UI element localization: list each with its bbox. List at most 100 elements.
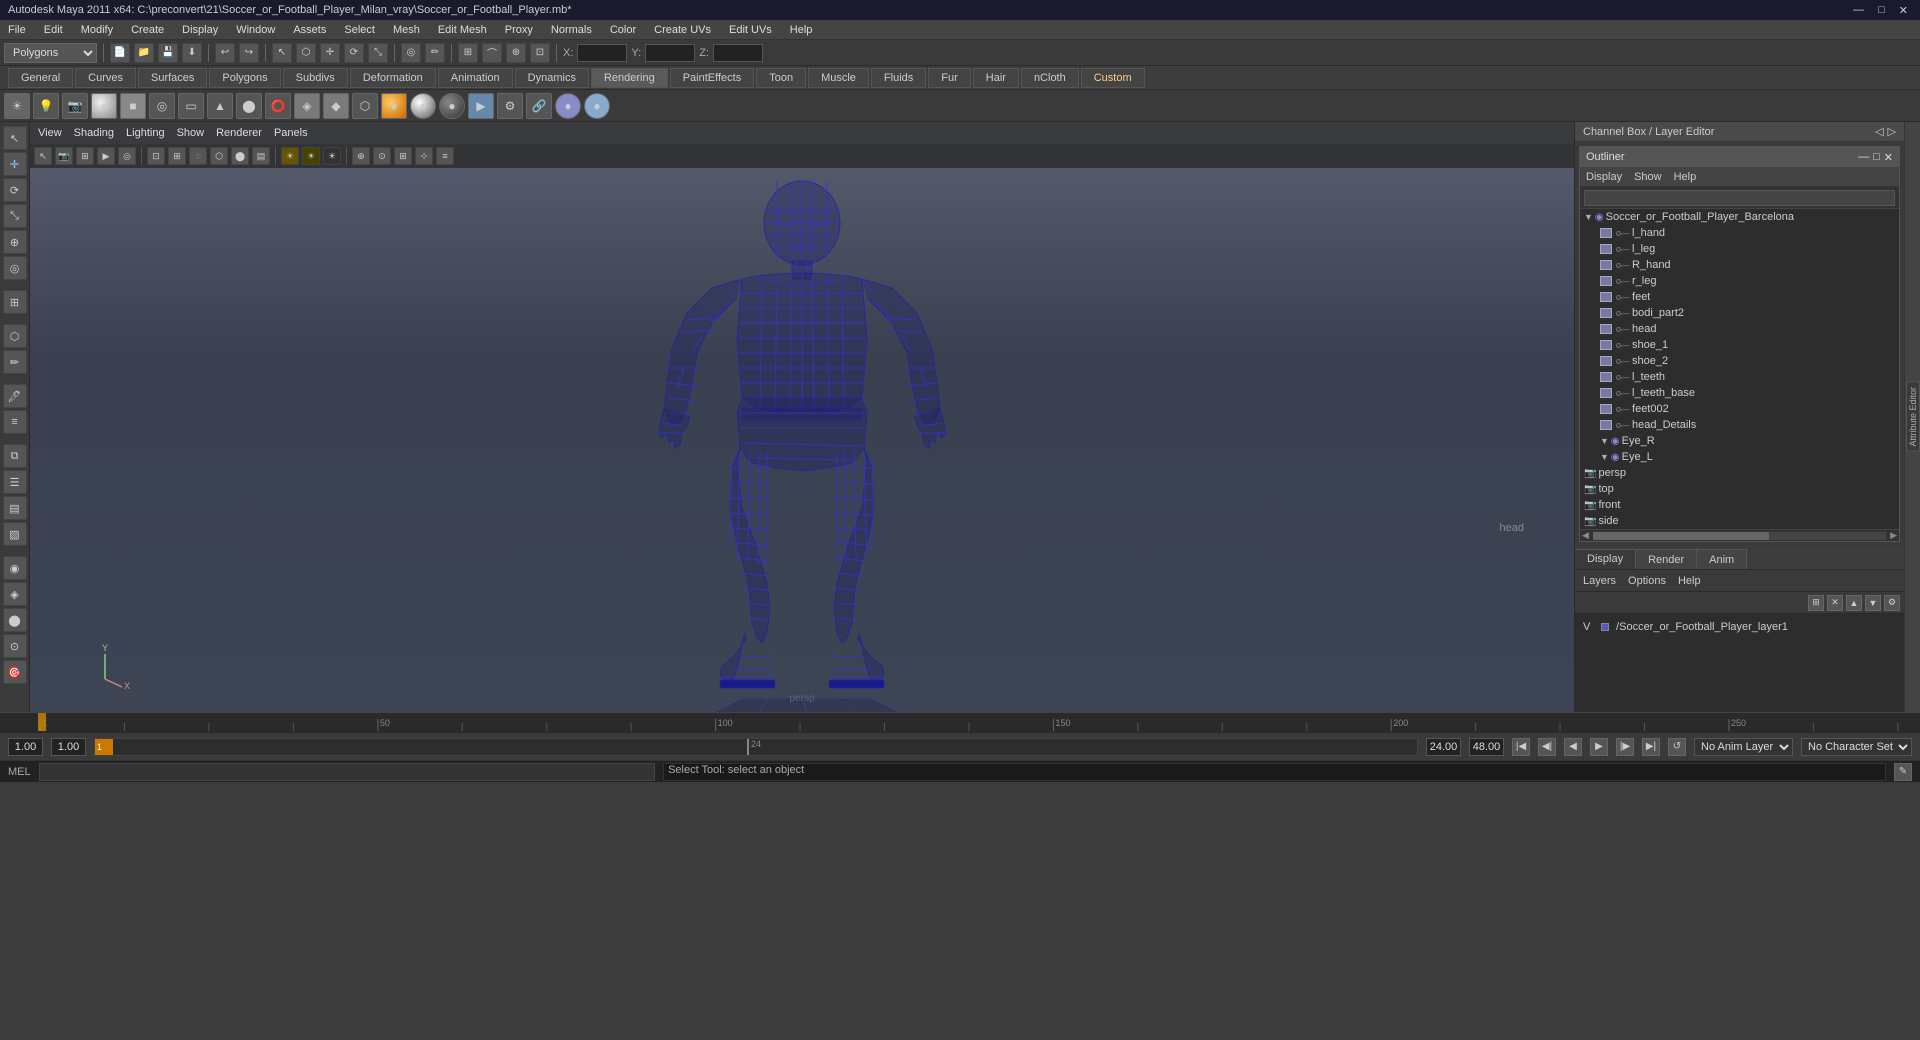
select-tool-icon[interactable]: ↖ [272, 43, 292, 63]
shelf-hypershade-icon[interactable]: 🔗 [526, 93, 552, 119]
minimize-btn[interactable]: — [1849, 4, 1868, 17]
show-manip-btn[interactable]: ⊞ [3, 290, 27, 314]
tab-hair[interactable]: Hair [973, 68, 1019, 88]
menu-color[interactable]: Color [606, 22, 640, 38]
layer-menu-options[interactable]: Options [1628, 575, 1666, 587]
outliner-item[interactable]: 📷front [1580, 497, 1899, 513]
menu-modify[interactable]: Modify [77, 22, 117, 38]
menu-create[interactable]: Create [127, 22, 168, 38]
layer-new-btn[interactable]: ⊞ [1808, 595, 1824, 611]
vp-camera-icon[interactable]: 📷 [55, 147, 73, 165]
shelf-torus-icon[interactable]: ◎ [149, 93, 175, 119]
vp-isolate-icon[interactable]: ◎ [118, 147, 136, 165]
vp-bookmarks-icon[interactable]: ⊹ [415, 147, 433, 165]
go-end-btn[interactable]: ▶| [1642, 738, 1660, 756]
tab-rendering[interactable]: Rendering [591, 68, 668, 88]
outliner-menu-show[interactable]: Show [1634, 171, 1662, 183]
outliner-item[interactable]: 📷persp [1580, 465, 1899, 481]
menu-proxy[interactable]: Proxy [501, 22, 537, 38]
outliner-close-btn[interactable]: ✕ [1884, 151, 1893, 164]
play-back-btn[interactable]: ◀ [1564, 738, 1582, 756]
menu-normals[interactable]: Normals [547, 22, 596, 38]
layer-tab-anim[interactable]: Anim [1697, 549, 1747, 569]
tab-ncloth[interactable]: nCloth [1021, 68, 1079, 88]
shelf-misc2-icon[interactable]: ◆ [323, 93, 349, 119]
anim-layer-selector[interactable]: No Anim Layer [1694, 738, 1793, 756]
vp-menu-panels[interactable]: Panels [274, 127, 308, 139]
new-scene-icon[interactable]: 📄 [110, 43, 130, 63]
render-layer-btn[interactable]: ▤ [3, 496, 27, 520]
vp-snap1-icon[interactable]: ⊕ [352, 147, 370, 165]
tab-painteffects[interactable]: PaintEffects [670, 68, 755, 88]
lasso-select-btn[interactable]: ⬡ [3, 324, 27, 348]
tab-polygons[interactable]: Polygons [209, 68, 280, 88]
universal-manip-btn[interactable]: ⊕ [3, 230, 27, 254]
outliner-item[interactable]: ▼◉Eye_R [1580, 433, 1899, 449]
vp-hud-icon[interactable]: ⊞ [394, 147, 412, 165]
pass-layer-btn[interactable]: ▧ [3, 522, 27, 546]
tab-custom[interactable]: Custom [1081, 68, 1145, 88]
rotate-tool-btn[interactable]: ⟳ [3, 178, 27, 202]
outliner-item[interactable]: o—l_hand [1580, 225, 1899, 241]
outliner-item[interactable]: o—R_hand [1580, 257, 1899, 273]
move-tool-icon[interactable]: ✛ [320, 43, 340, 63]
outliner-item[interactable]: o—feet [1580, 289, 1899, 305]
outliner-scroll-left[interactable]: ◀ [1582, 530, 1589, 541]
shelf-render3-icon[interactable]: ● [584, 93, 610, 119]
layer-delete-btn[interactable]: ✕ [1827, 595, 1843, 611]
outliner-item[interactable]: o—l_teeth_base [1580, 385, 1899, 401]
misc-tool-3[interactable]: ⬤ [3, 608, 27, 632]
vp-light2-icon[interactable]: ☀ [302, 147, 320, 165]
tab-fur[interactable]: Fur [928, 68, 971, 88]
shelf-plane-icon[interactable]: ▭ [178, 93, 204, 119]
x-coord-input[interactable] [577, 44, 627, 62]
crease-btn[interactable]: ≡ [3, 410, 27, 434]
misc-tool-4[interactable]: ⊙ [3, 634, 27, 658]
shelf-cylinder-icon[interactable]: ⬤ [236, 93, 262, 119]
shelf-material3-icon[interactable]: ● [439, 93, 465, 119]
menu-edit-uvs[interactable]: Edit UVs [725, 22, 776, 38]
channel-box-icon2[interactable]: ▷ [1888, 125, 1896, 138]
step-forward-btn[interactable]: |▶ [1616, 738, 1634, 756]
outliner-menu-display[interactable]: Display [1586, 171, 1622, 183]
char-set-selector[interactable]: No Character Set [1801, 738, 1912, 756]
maximize-btn[interactable]: □ [1874, 4, 1889, 17]
vp-texture-icon[interactable]: ▤ [252, 147, 270, 165]
outliner-item[interactable]: 📷side [1580, 513, 1899, 529]
snap-curve-icon[interactable]: ⌒ [482, 43, 502, 63]
outliner-item[interactable]: o—feet002 [1580, 401, 1899, 417]
shelf-misc1-icon[interactable]: ◈ [294, 93, 320, 119]
play-btn[interactable]: ▶ [1590, 738, 1608, 756]
layer-options-btn[interactable]: ⚙ [1884, 595, 1900, 611]
vp-light1-icon[interactable]: ☀ [281, 147, 299, 165]
paint-select-btn[interactable]: ✏ [3, 350, 27, 374]
vp-layout-icon[interactable]: ⊡ [147, 147, 165, 165]
menu-edit-mesh[interactable]: Edit Mesh [434, 22, 491, 38]
soft-select-icon[interactable]: ◎ [401, 43, 421, 63]
y-coord-input[interactable] [645, 44, 695, 62]
tab-deformation[interactable]: Deformation [350, 68, 436, 88]
attr-editor-tab-label[interactable]: Attribute Editor [1906, 382, 1920, 452]
step-back-btn[interactable]: ◀| [1538, 738, 1556, 756]
shelf-ipr-icon[interactable]: ● [555, 93, 581, 119]
snap-grid-icon[interactable]: ⊞ [458, 43, 478, 63]
misc-tool-2[interactable]: ◈ [3, 582, 27, 606]
tab-general[interactable]: General [8, 68, 73, 88]
shelf-sphere-icon[interactable]: ● [91, 93, 117, 119]
end-frame-input[interactable] [1426, 738, 1461, 756]
menu-help[interactable]: Help [786, 22, 817, 38]
menu-edit[interactable]: Edit [40, 22, 67, 38]
outliner-item[interactable]: 📷top [1580, 481, 1899, 497]
z-coord-input[interactable] [713, 44, 763, 62]
misc-tool-1[interactable]: ◉ [3, 556, 27, 580]
tab-muscle[interactable]: Muscle [808, 68, 869, 88]
vp-menu-show[interactable]: Show [177, 127, 205, 139]
outliner-menu-help[interactable]: Help [1674, 171, 1697, 183]
tab-dynamics[interactable]: Dynamics [515, 68, 589, 88]
layer-down-btn[interactable]: ▼ [1865, 595, 1881, 611]
vp-menu-renderer[interactable]: Renderer [216, 127, 262, 139]
lasso-tool-icon[interactable]: ⬡ [296, 43, 316, 63]
vp-smooth-icon[interactable]: ◌ [189, 147, 207, 165]
outliner-item[interactable]: o—shoe_2 [1580, 353, 1899, 369]
tab-toon[interactable]: Toon [756, 68, 806, 88]
